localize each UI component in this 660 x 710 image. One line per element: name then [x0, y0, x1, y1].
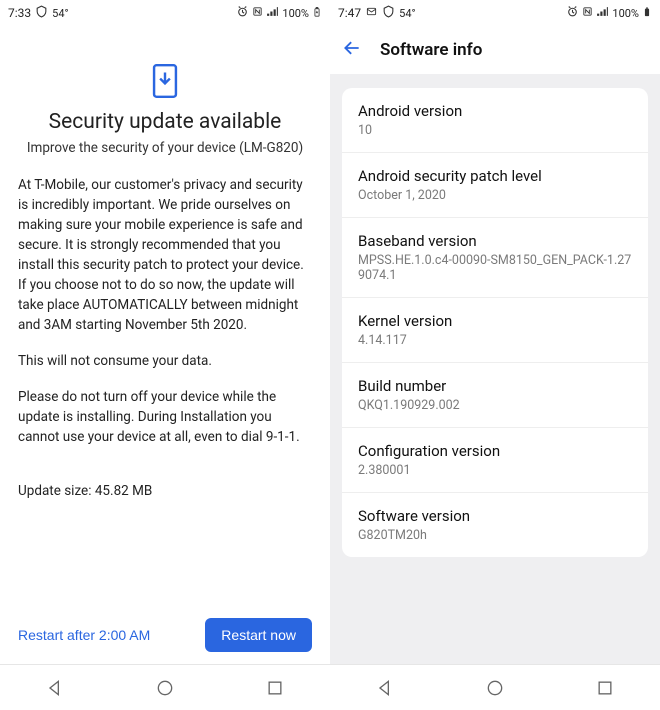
signal-icon — [266, 5, 279, 21]
info-item-software-version[interactable]: Software version G820TM20h — [342, 493, 648, 557]
battery-icon — [312, 5, 322, 22]
status-bar: 7:47 54° 100% — [330, 0, 660, 26]
mail-icon — [365, 6, 378, 20]
nav-bar — [0, 664, 330, 710]
nav-home-icon[interactable] — [155, 678, 175, 698]
info-item-security-patch[interactable]: Android security patch level October 1, … — [342, 153, 648, 218]
alarm-icon — [236, 5, 249, 21]
nav-home-icon[interactable] — [485, 678, 505, 698]
update-screen: 7:33 54° 100% — [0, 0, 330, 710]
nav-back-icon[interactable] — [45, 678, 65, 698]
info-label: Build number — [358, 377, 632, 395]
status-time: 7:47 — [338, 6, 361, 20]
back-arrow-icon[interactable] — [342, 38, 362, 62]
info-value: 2.380001 — [358, 463, 632, 478]
update-title: Security update available — [18, 110, 312, 134]
info-label: Android version — [358, 102, 632, 120]
info-label: Android security patch level — [358, 167, 632, 185]
shield-icon — [382, 5, 395, 21]
info-label: Software version — [358, 507, 632, 525]
status-right: 100% — [566, 5, 652, 22]
battery-percent: 100% — [282, 7, 309, 20]
download-icon — [150, 64, 180, 98]
signal-icon — [596, 5, 609, 21]
nav-recents-icon[interactable] — [265, 678, 285, 698]
info-item-build[interactable]: Build number QKQ1.190929.002 — [342, 363, 648, 428]
nav-recents-icon[interactable] — [595, 678, 615, 698]
info-item-config[interactable]: Configuration version 2.380001 — [342, 428, 648, 493]
status-bar: 7:33 54° 100% — [0, 0, 330, 26]
update-body: Security update available Improve the se… — [0, 26, 330, 664]
status-temp: 54° — [52, 7, 68, 20]
alarm-icon — [566, 5, 579, 21]
status-left: 7:33 54° — [8, 5, 69, 21]
software-info-screen: 7:47 54° 100% — [330, 0, 660, 710]
battery-icon — [642, 5, 652, 22]
app-bar: Software info — [330, 26, 660, 74]
info-label: Kernel version — [358, 312, 632, 330]
status-right: 100% — [236, 5, 322, 22]
status-time: 7:33 — [8, 6, 31, 20]
info-value: 4.14.117 — [358, 333, 632, 348]
update-paragraph: At T-Mobile, our customer's privacy and … — [18, 176, 312, 336]
action-row: Restart after 2:00 AM Restart now — [18, 608, 312, 664]
update-paragraph: This will not consume your data. — [18, 352, 312, 372]
restart-now-button[interactable]: Restart now — [205, 618, 312, 652]
info-value: 10 — [358, 123, 632, 138]
info-item-android-version[interactable]: Android version 10 — [342, 88, 648, 153]
info-value: October 1, 2020 — [358, 188, 632, 203]
restart-later-button[interactable]: Restart after 2:00 AM — [18, 627, 150, 643]
battery-percent: 100% — [612, 7, 639, 20]
status-temp: 54° — [399, 7, 415, 20]
status-left: 7:47 54° — [338, 5, 416, 21]
nfc-icon — [582, 5, 593, 21]
info-label: Baseband version — [358, 232, 632, 250]
info-item-kernel[interactable]: Kernel version 4.14.117 — [342, 298, 648, 363]
update-subtitle: Improve the security of your device (LM-… — [18, 140, 312, 156]
shield-icon — [35, 5, 48, 21]
info-value: MPSS.HE.1.0.c4-00090-SM8150_GEN_PACK-1.2… — [358, 253, 632, 283]
nav-back-icon[interactable] — [375, 678, 395, 698]
nav-bar — [330, 664, 660, 710]
update-size: Update size: 45.82 MB — [18, 482, 312, 502]
info-value: QKQ1.190929.002 — [358, 398, 632, 413]
info-list: Android version 10 Android security patc… — [342, 88, 648, 557]
appbar-title: Software info — [380, 40, 482, 60]
info-label: Configuration version — [358, 442, 632, 460]
info-item-baseband[interactable]: Baseband version MPSS.HE.1.0.c4-00090-SM… — [342, 218, 648, 298]
update-paragraph: Please do not turn off your device while… — [18, 388, 312, 448]
nfc-icon — [252, 5, 263, 21]
info-value: G820TM20h — [358, 528, 632, 543]
